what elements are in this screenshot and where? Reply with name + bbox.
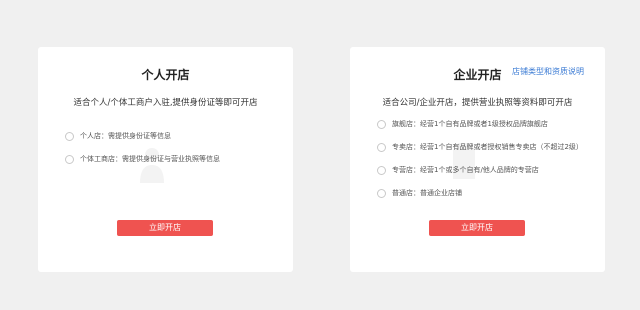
option-label: 专营店：经营1个或多个自有/他人品牌的专营店 bbox=[392, 166, 539, 174]
option-personal-store[interactable]: 个人店：需提供身份证等信息 bbox=[65, 130, 171, 142]
option-individual-business-store[interactable]: 个体工商店：需提供身份证与营业执照等信息 bbox=[65, 153, 220, 165]
option-label: 个人店：需提供身份证等信息 bbox=[80, 132, 171, 140]
option-flagship-store[interactable]: 旗舰店：经营1个自有品牌或者1级授权品牌旗舰店 bbox=[377, 118, 548, 130]
radio-button[interactable] bbox=[377, 165, 386, 175]
option-specialty-store[interactable]: 专营店：经营1个或多个自有/他人品牌的专营店 bbox=[377, 164, 539, 176]
option-exclusive-store[interactable]: 专卖店：经营1个自有品牌或者授权销售专卖店（不超过2级） bbox=[377, 141, 583, 153]
personal-store-options: 个人店：需提供身份证等信息 个体工商店：需提供身份证与营业执照等信息 bbox=[65, 47, 287, 272]
option-label: 专卖店：经营1个自有品牌或者授权销售专卖店（不超过2级） bbox=[392, 143, 583, 151]
radio-button[interactable] bbox=[377, 119, 386, 129]
company-store-card: 企业开店 店铺类型和资质说明 适合公司/企业开店，提供营业执照等资料即可开店 旗… bbox=[350, 47, 605, 272]
radio-button[interactable] bbox=[65, 154, 74, 164]
radio-button[interactable] bbox=[377, 142, 386, 152]
option-regular-store[interactable]: 普通店：普通企业店铺 bbox=[377, 187, 462, 199]
personal-open-store-button[interactable]: 立即开店 bbox=[117, 220, 213, 236]
radio-button[interactable] bbox=[65, 131, 74, 141]
personal-store-card: 个人开店 适合个人/个体工商户入驻,提供身份证等即可开店 个人店：需提供身份证等… bbox=[38, 47, 293, 272]
option-label: 普通店：普通企业店铺 bbox=[392, 189, 462, 197]
option-label: 个体工商店：需提供身份证与营业执照等信息 bbox=[80, 155, 220, 163]
company-store-options: 旗舰店：经营1个自有品牌或者1级授权品牌旗舰店 专卖店：经营1个自有品牌或者授权… bbox=[377, 47, 599, 272]
option-label: 旗舰店：经营1个自有品牌或者1级授权品牌旗舰店 bbox=[392, 120, 548, 128]
radio-button[interactable] bbox=[377, 188, 386, 198]
company-open-store-button[interactable]: 立即开店 bbox=[429, 220, 525, 236]
